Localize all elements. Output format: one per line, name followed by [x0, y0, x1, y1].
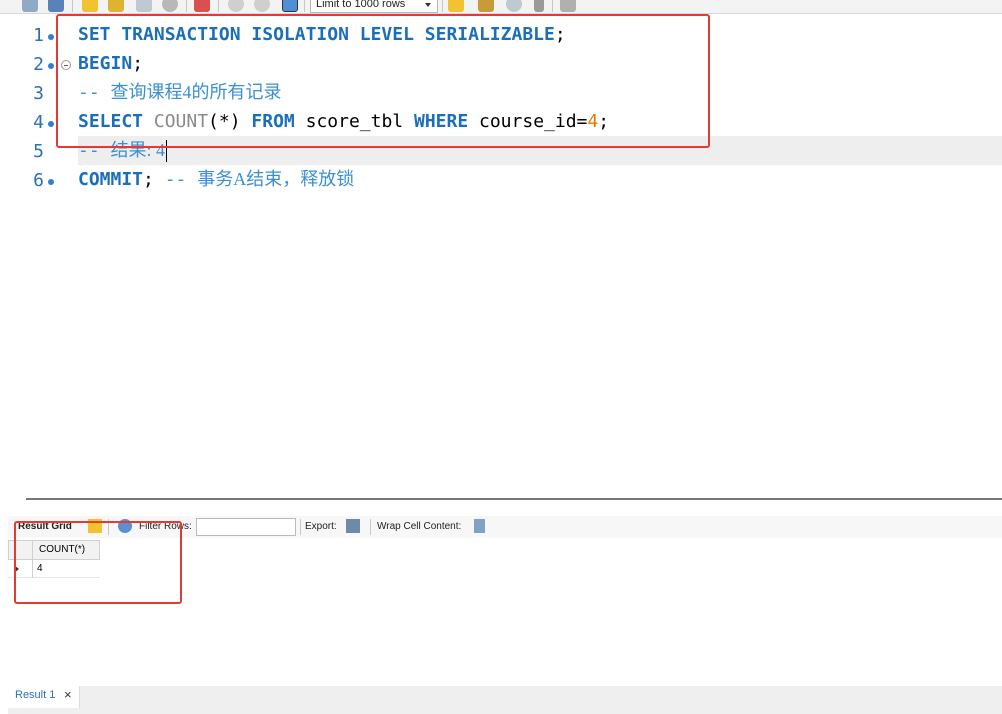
rollback-icon[interactable] — [254, 0, 270, 12]
save-icon[interactable] — [48, 0, 64, 12]
annotation-box-code — [56, 14, 710, 148]
invisible-chars-icon[interactable] — [534, 0, 544, 12]
export-label: Export: — [305, 521, 337, 532]
bookmark-icon[interactable] — [448, 0, 464, 12]
export-icon[interactable] — [346, 519, 360, 533]
result-tabbar: Result 1 × — [8, 686, 1002, 714]
code-line-6[interactable]: COMMIT; -- 事务A结束，释放锁 — [78, 165, 354, 194]
toolbar-separator — [442, 0, 443, 12]
autocommit-icon[interactable] — [282, 0, 298, 12]
line-number: 6 — [33, 170, 44, 191]
tab-label: Result 1 — [15, 689, 56, 701]
sql-comment: 事务A结束，释放锁 — [197, 169, 355, 189]
wrap-icon[interactable] — [560, 0, 576, 12]
stop-icon[interactable] — [162, 0, 178, 12]
toolbar-separator — [552, 0, 553, 12]
toolbar-separator — [370, 519, 371, 535]
toolbar-separator — [218, 0, 219, 12]
line-number: 1 — [33, 25, 44, 46]
chevron-down-icon — [425, 3, 431, 7]
filter-rows-input[interactable] — [196, 518, 296, 536]
line-number: 5 — [33, 141, 44, 162]
tab-result-1[interactable]: Result 1 × — [8, 686, 80, 708]
execute-icon[interactable] — [82, 0, 98, 12]
gutter-line: 6 — [8, 165, 70, 194]
beautify-icon[interactable] — [478, 0, 494, 12]
statement-marker-icon — [48, 63, 54, 69]
annotation-box-result — [14, 521, 182, 604]
statement-marker-icon — [48, 179, 54, 185]
line-number: 2 — [33, 54, 44, 75]
wrap-cell-icon[interactable] — [474, 519, 485, 533]
commit-icon[interactable] — [228, 0, 244, 12]
toolbar-separator — [72, 0, 73, 12]
editor-toolbar: Limit to 1000 rows — [0, 0, 1002, 14]
limit-rows-select[interactable]: Limit to 1000 rows — [310, 0, 438, 13]
wrap-cell-label: Wrap Cell Content: — [377, 521, 462, 532]
sql-punct: ; — [143, 169, 165, 190]
toolbar-separator — [186, 0, 187, 12]
find-icon[interactable] — [506, 0, 522, 12]
sql-comment-marker: -- — [164, 169, 198, 190]
statement-marker-icon — [48, 121, 54, 127]
execute-current-icon[interactable] — [108, 0, 124, 12]
limit-rows-value: Limit to 1000 rows — [316, 0, 406, 10]
folder-icon[interactable] — [22, 0, 38, 12]
line-number: 3 — [33, 83, 44, 104]
sql-keyword: COMMIT — [78, 169, 144, 190]
statement-marker-icon — [48, 34, 54, 40]
explain-icon[interactable] — [136, 0, 152, 12]
toggle-error-icon[interactable] — [194, 0, 210, 12]
panel-splitter[interactable] — [26, 498, 1002, 500]
close-icon[interactable]: × — [64, 687, 72, 702]
toolbar-separator — [304, 0, 305, 12]
line-number: 4 — [33, 112, 44, 133]
toolbar-separator — [300, 519, 301, 535]
